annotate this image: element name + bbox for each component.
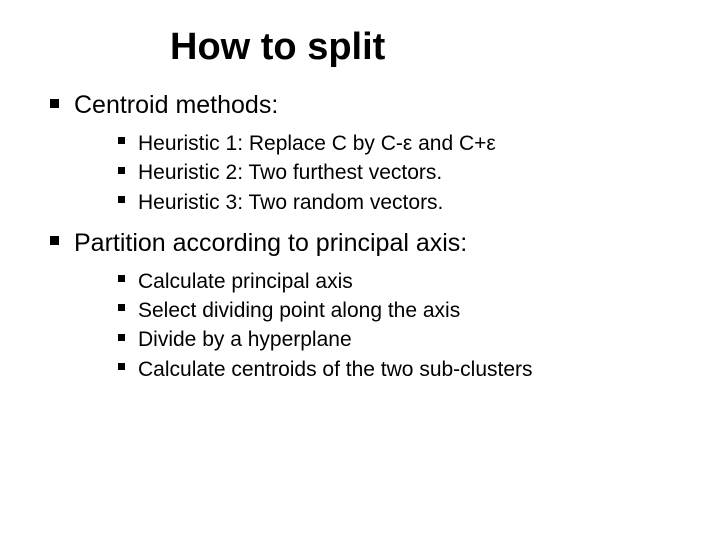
list-item: Select dividing point along the axis <box>118 296 680 325</box>
list-item: Heuristic 3: Two random vectors. <box>118 188 680 217</box>
list-item: Calculate centroids of the two sub-clust… <box>118 355 680 384</box>
list-item: Heuristic 1: Replace C by C-ε and C+ε <box>118 129 680 158</box>
bullet-list-level2: Heuristic 1: Replace C by C-ε and C+ε He… <box>74 129 680 217</box>
section-heading: Centroid methods: <box>74 91 278 119</box>
list-item: Heuristic 2: Two furthest vectors. <box>118 158 680 187</box>
bullet-list-level2: Calculate principal axis Select dividing… <box>74 267 680 385</box>
list-item: Divide by a hyperplane <box>118 325 680 354</box>
list-item: Calculate principal axis <box>118 267 680 296</box>
slide-title: How to split <box>170 26 680 69</box>
section-heading: Partition according to principal axis: <box>74 229 467 257</box>
list-item: Centroid methods: Heuristic 1: Replace C… <box>50 89 680 217</box>
bullet-list-level1: Centroid methods: Heuristic 1: Replace C… <box>40 89 680 384</box>
slide: How to split Centroid methods: Heuristic… <box>0 0 720 540</box>
list-item: Partition according to principal axis: C… <box>50 227 680 384</box>
